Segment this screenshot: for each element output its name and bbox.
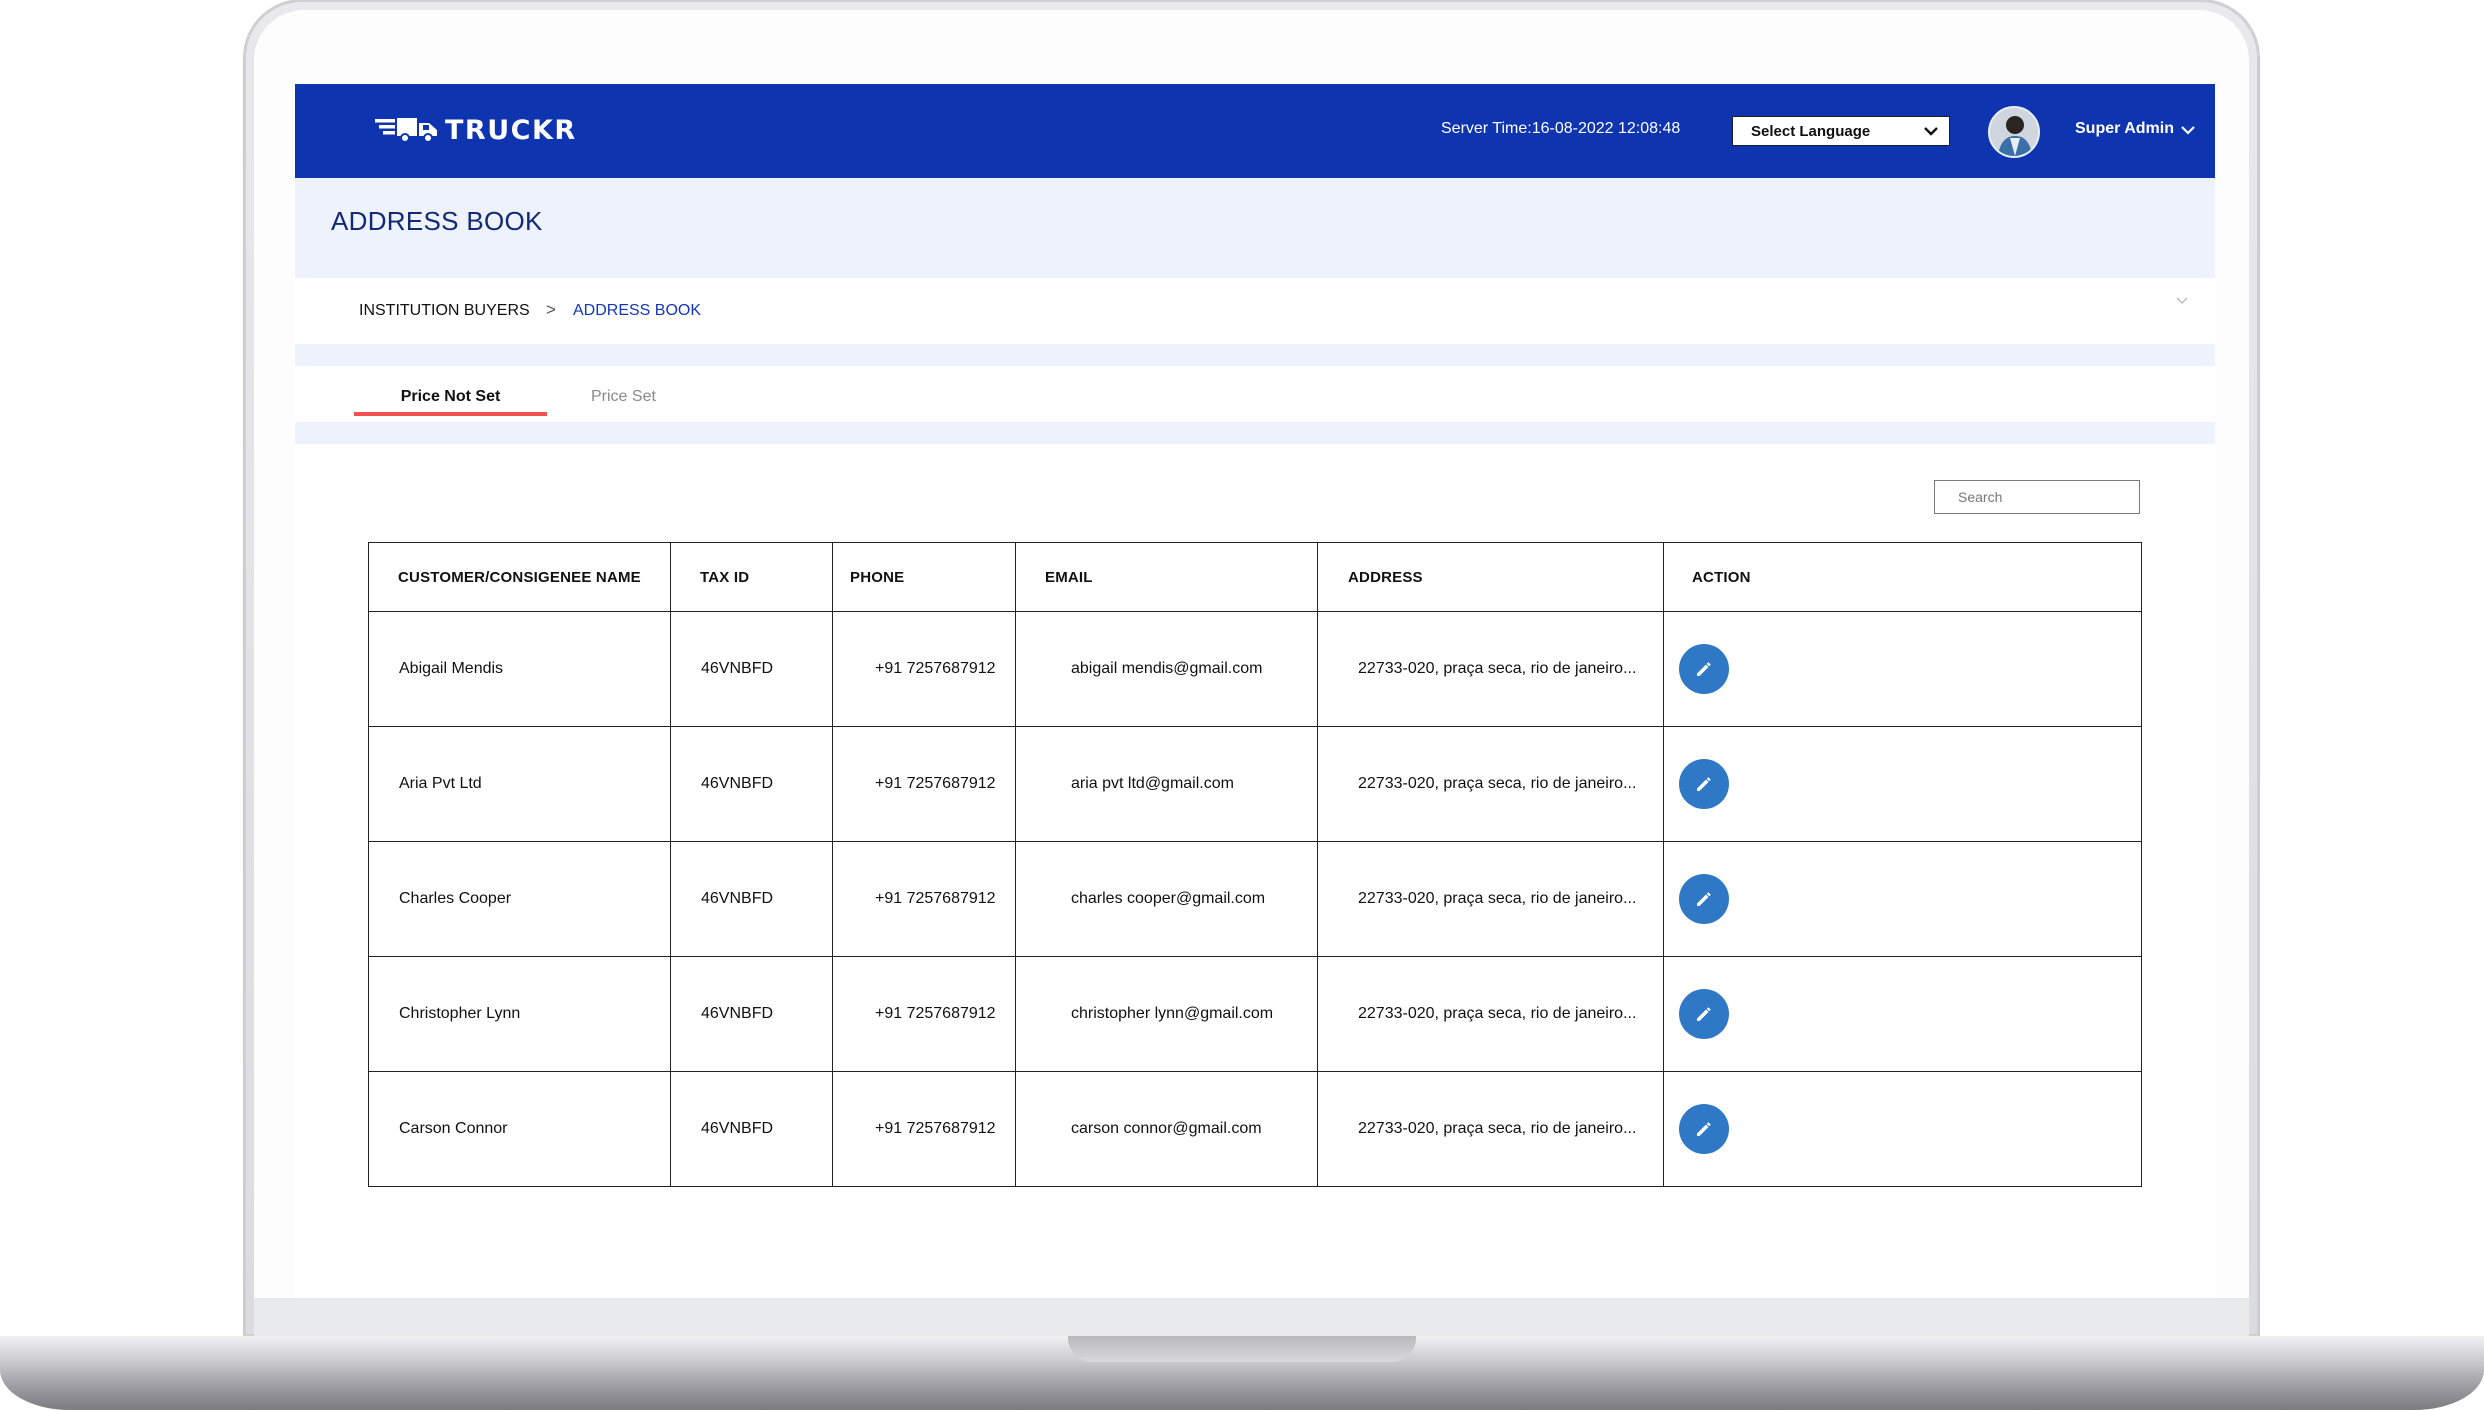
cell-tax-id: 46VNBFD bbox=[670, 841, 833, 957]
user-menu-label[interactable]: Super Admin bbox=[2075, 120, 2174, 138]
server-time: Server Time:16-08-2022 12:08:48 bbox=[1441, 120, 1681, 137]
table-row: Abigail Mendis 46VNBFD +91 7257687912 ab… bbox=[368, 611, 2142, 727]
cell-phone: +91 7257687912 bbox=[832, 611, 1016, 727]
cell-address: 22733-020, praça seca, rio de janeiro... bbox=[1317, 841, 1664, 957]
tab-price-not-set[interactable]: Price Not Set bbox=[354, 388, 547, 416]
column-header-address[interactable]: ADDRESS bbox=[1317, 542, 1664, 612]
cell-action bbox=[1663, 956, 2142, 1072]
cell-email: aria pvt ltd@gmail.com bbox=[1015, 726, 1318, 842]
cell-action bbox=[1663, 726, 2142, 842]
user-avatar-icon bbox=[1990, 108, 2038, 156]
section-divider bbox=[295, 422, 2215, 444]
table-row: Aria Pvt Ltd 46VNBFD +91 7257687912 aria… bbox=[368, 726, 2142, 842]
top-header-bar: TRUCKR Server Time:16-08-2022 12:08:48 S… bbox=[295, 84, 2215, 178]
app-viewport: TRUCKR Server Time:16-08-2022 12:08:48 S… bbox=[295, 84, 2215, 1298]
column-header-tax-id[interactable]: TAX ID bbox=[670, 542, 833, 612]
cell-phone: +91 7257687912 bbox=[832, 841, 1016, 957]
cell-email: carson connor@gmail.com bbox=[1015, 1071, 1318, 1187]
chevron-down-icon[interactable] bbox=[2174, 296, 2190, 306]
table-header-row: CUSTOMER/CONSIGENEE NAME TAX ID PHONE EM… bbox=[368, 542, 2142, 612]
tab-price-set[interactable]: Price Set bbox=[591, 388, 656, 418]
language-select[interactable]: Select Language bbox=[1732, 116, 1950, 146]
search-input[interactable] bbox=[1934, 480, 2140, 514]
cell-action bbox=[1663, 611, 2142, 727]
cell-action bbox=[1663, 1071, 2142, 1187]
table-row: Carson Connor 46VNBFD +91 7257687912 car… bbox=[368, 1071, 2142, 1187]
brand-logo[interactable]: TRUCKR bbox=[375, 110, 577, 150]
chevron-down-icon bbox=[1924, 127, 1938, 136]
cell-tax-id: 46VNBFD bbox=[670, 956, 833, 1072]
cell-name: Abigail Mendis bbox=[368, 611, 671, 727]
cell-address: 22733-020, praça seca, rio de janeiro... bbox=[1317, 611, 1664, 727]
edit-button[interactable] bbox=[1679, 1104, 1729, 1154]
column-header-name[interactable]: CUSTOMER/CONSIGENEE NAME bbox=[368, 542, 671, 612]
cell-tax-id: 46VNBFD bbox=[670, 1071, 833, 1187]
edit-button[interactable] bbox=[1679, 644, 1729, 694]
cell-name: Aria Pvt Ltd bbox=[368, 726, 671, 842]
column-header-email[interactable]: EMAIL bbox=[1015, 542, 1318, 612]
breadcrumb-separator: > bbox=[546, 300, 556, 319]
cell-name: Christopher Lynn bbox=[368, 956, 671, 1072]
page-header bbox=[295, 178, 2215, 278]
pencil-icon bbox=[1697, 662, 1711, 676]
column-header-phone[interactable]: PHONE bbox=[832, 542, 1016, 612]
address-book-table: CUSTOMER/CONSIGENEE NAME TAX ID PHONE EM… bbox=[368, 542, 2142, 1187]
cell-email: abigail mendis@gmail.com bbox=[1015, 611, 1318, 727]
section-divider bbox=[295, 344, 2215, 366]
laptop-screen-chin bbox=[254, 1298, 2249, 1336]
cell-address: 22733-020, praça seca, rio de janeiro... bbox=[1317, 726, 1664, 842]
column-header-action: ACTION bbox=[1663, 542, 2142, 612]
edit-button[interactable] bbox=[1679, 989, 1729, 1039]
cell-phone: +91 7257687912 bbox=[832, 956, 1016, 1072]
pencil-icon bbox=[1697, 1122, 1711, 1136]
page-title: ADDRESS BOOK bbox=[331, 206, 543, 236]
avatar[interactable] bbox=[1988, 106, 2040, 158]
cell-action bbox=[1663, 841, 2142, 957]
table-row: Charles Cooper 46VNBFD +91 7257687912 ch… bbox=[368, 841, 2142, 957]
truck-logo-icon bbox=[375, 118, 437, 143]
breadcrumb-institution-buyers[interactable]: INSTITUTION BUYERS bbox=[359, 302, 530, 320]
cell-address: 22733-020, praça seca, rio de janeiro... bbox=[1317, 956, 1664, 1072]
breadcrumb-current: ADDRESS BOOK bbox=[573, 302, 702, 319]
pencil-icon bbox=[1697, 777, 1711, 791]
language-select-label: Select Language bbox=[1751, 122, 1871, 140]
laptop-base bbox=[0, 1336, 2484, 1410]
cell-email: christopher lynn@gmail.com bbox=[1015, 956, 1318, 1072]
edit-button[interactable] bbox=[1679, 759, 1729, 809]
chevron-down-icon[interactable] bbox=[2180, 124, 2196, 136]
pencil-icon bbox=[1697, 892, 1711, 906]
laptop-hinge-notch bbox=[1068, 1336, 1416, 1362]
brand-name: TRUCKR bbox=[445, 114, 577, 146]
pencil-icon bbox=[1697, 1007, 1711, 1021]
cell-phone: +91 7257687912 bbox=[832, 1071, 1016, 1187]
edit-button[interactable] bbox=[1679, 874, 1729, 924]
cell-name: Carson Connor bbox=[368, 1071, 671, 1187]
cell-phone: +91 7257687912 bbox=[832, 726, 1016, 842]
cell-tax-id: 46VNBFD bbox=[670, 726, 833, 842]
cell-name: Charles Cooper bbox=[368, 841, 671, 957]
table-row: Christopher Lynn 46VNBFD +91 7257687912 … bbox=[368, 956, 2142, 1072]
cell-tax-id: 46VNBFD bbox=[670, 611, 833, 727]
cell-email: charles cooper@gmail.com bbox=[1015, 841, 1318, 957]
cell-address: 22733-020, praça seca, rio de janeiro... bbox=[1317, 1071, 1664, 1187]
